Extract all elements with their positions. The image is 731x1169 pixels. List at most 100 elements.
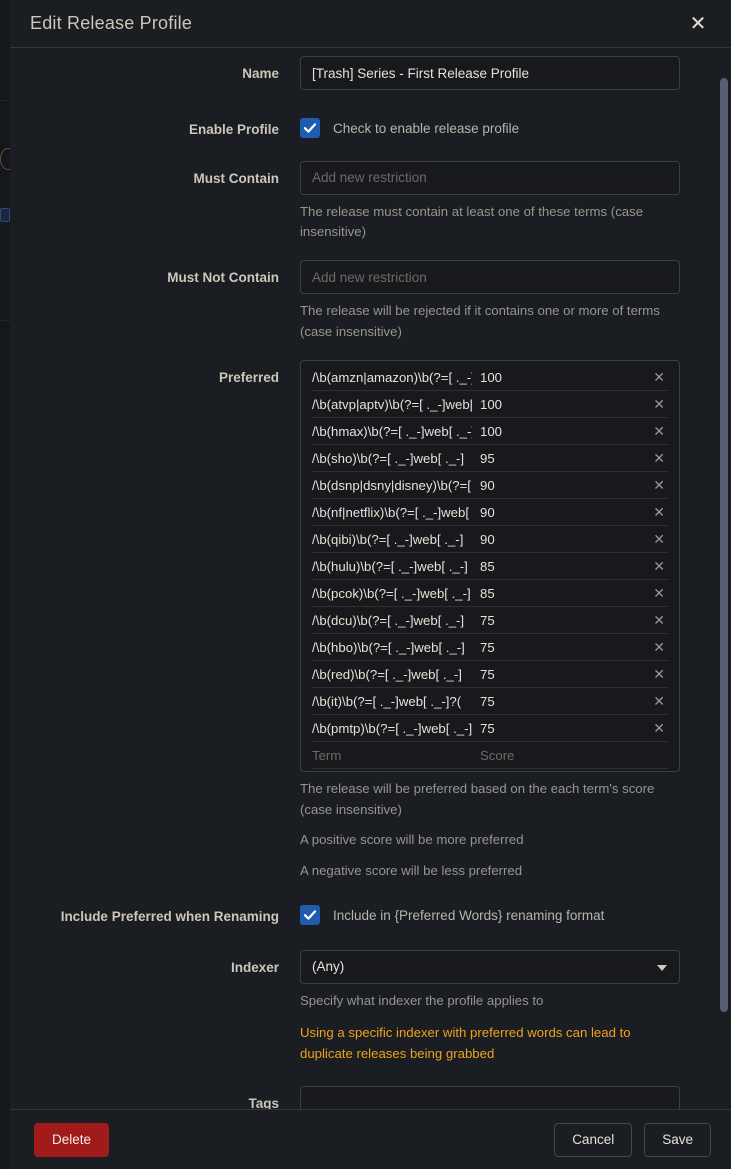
include-preferred-checkbox[interactable] xyxy=(300,905,320,926)
preferred-score-input[interactable]: 85 xyxy=(472,559,495,574)
enable-profile-label: Enable Profile xyxy=(188,122,279,137)
modal-scrollbar-thumb[interactable] xyxy=(720,78,728,1012)
name-input[interactable]: [Trash] Series - First Release Profile xyxy=(300,56,680,90)
chevron-down-icon xyxy=(657,964,667,971)
must-contain-label: Must Contain xyxy=(193,170,280,186)
indexer-label: Indexer xyxy=(230,959,279,975)
preferred-score-input[interactable]: 100 xyxy=(472,424,502,439)
preferred-score-input[interactable]: 90 xyxy=(472,505,495,520)
remove-preferred-term-icon[interactable]: ✕ xyxy=(650,639,668,656)
preferred-term-input[interactable]: /\b(hbo)\b(?=[ ._-]web[ ._-] xyxy=(312,640,472,655)
preferred-term-input[interactable]: /\b(hmax)\b(?=[ ._-]web[ ._-] xyxy=(312,424,472,439)
preferred-score-input[interactable]: 75 xyxy=(472,613,495,628)
indexer-select[interactable]: (Any) xyxy=(300,949,680,984)
preferred-help-2: A positive score will be more preferred xyxy=(300,832,524,848)
remove-preferred-term-icon[interactable]: ✕ xyxy=(650,693,668,710)
modal-body: Name [Trash] Series - First Release Prof… xyxy=(10,48,731,1109)
table-row: /\b(nf|netflix)\b(?=[ ._-]web[ ._-]90 ✕ xyxy=(312,499,668,527)
tags-input[interactable] xyxy=(300,1086,680,1109)
form-row-include-preferred: Include Preferred when Renaming Include … xyxy=(10,899,731,926)
table-row: /\b(hulu)\b(?=[ ._-]web[ ._-] 85 ✕ xyxy=(312,553,668,581)
preferred-score-input[interactable]: 85 xyxy=(472,586,495,601)
preferred-term-input[interactable]: /\b(it)\b(?=[ ._-]web[ ._-]?( xyxy=(312,694,472,709)
preferred-term-input[interactable]: /\b(red)\b(?=[ ._-]web[ ._-] xyxy=(312,667,472,682)
table-row: /\b(sho)\b(?=[ ._-]web[ ._-] 95 ✕ xyxy=(312,445,668,473)
preferred-term-input[interactable]: /\b(pmtp)\b(?=[ ._-]web[ ._-] xyxy=(312,721,472,736)
preferred-score-input[interactable]: 75 xyxy=(472,694,495,709)
must-contain-help: The release must contain at least one of… xyxy=(300,203,644,239)
form-row-preferred: Preferred /\b(amzn|amazon)\b(?=[ ._-]web… xyxy=(10,360,731,881)
delete-button[interactable]: Delete xyxy=(34,1122,110,1157)
include-preferred-checkbox-label: Include in {Preferred Words} renaming fo… xyxy=(333,907,605,923)
must-not-contain-label: Must Not Contain xyxy=(167,270,279,286)
preferred-help-3: A negative score will be less preferred xyxy=(300,862,523,878)
preferred-term-input[interactable]: /\b(dcu)\b(?=[ ._-]web[ ._-] xyxy=(312,613,472,628)
form-row-must-contain: Must Contain Add new restriction The rel… xyxy=(10,160,731,243)
preferred-score-input[interactable]: 75 xyxy=(472,640,495,655)
preferred-term-input[interactable]: /\b(pcok)\b(?=[ ._-]web[ ._-] xyxy=(312,586,472,601)
preferred-score-input[interactable]: 90 xyxy=(472,478,495,493)
preferred-term-input[interactable]: /\b(amzn|amazon)\b(?=[ ._-]web[ ._-] xyxy=(312,370,472,385)
remove-preferred-term-icon[interactable]: ✕ xyxy=(650,585,668,602)
backdrop-decor-badge xyxy=(0,208,10,222)
table-row: /\b(red)\b(?=[ ._-]web[ ._-] 75 ✕ xyxy=(312,661,668,689)
indexer-selected-value: (Any) xyxy=(312,959,345,975)
name-label: Name xyxy=(242,66,279,81)
preferred-term-input[interactable]: /\b(nf|netflix)\b(?=[ ._-]web[ ._-] xyxy=(312,505,472,520)
indexer-help: Specify what indexer the profile applies… xyxy=(300,992,544,1008)
modal-header: Edit Release Profile ✕ xyxy=(10,0,731,48)
preferred-score-input[interactable]: 75 xyxy=(472,721,495,736)
check-icon xyxy=(303,910,317,920)
preferred-new-term-input[interactable]: Term xyxy=(312,748,472,763)
preferred-score-input[interactable]: 95 xyxy=(472,451,495,466)
table-row: /\b(pmtp)\b(?=[ ._-]web[ ._-] 75 ✕ xyxy=(312,715,668,743)
preferred-term-input[interactable]: /\b(atvp|aptv)\b(?=[ ._-]web[ ._-] xyxy=(312,397,472,412)
must-contain-input[interactable]: Add new restriction xyxy=(300,160,680,195)
preferred-term-input[interactable]: /\b(dsnp|dsny|disney)\b(?=[ ._-] xyxy=(312,478,472,493)
preferred-term-input[interactable]: /\b(qibi)\b(?=[ ._-]web[ ._-] xyxy=(312,532,472,547)
indexer-warning: Using a specific indexer with preferred … xyxy=(300,1025,631,1061)
page-title: Edit Release Profile xyxy=(30,13,193,33)
table-row: /\b(dcu)\b(?=[ ._-]web[ ._-] 75 ✕ xyxy=(312,607,668,635)
remove-preferred-term-icon[interactable]: ✕ xyxy=(650,396,668,413)
preferred-new-score-input[interactable]: Score xyxy=(472,748,514,763)
preferred-help-1: The release will be preferred based on t… xyxy=(300,781,655,817)
enable-profile-checkbox-label: Check to enable release profile xyxy=(333,120,520,136)
table-row: /\b(qibi)\b(?=[ ._-]web[ ._-] 90 ✕ xyxy=(312,526,668,554)
table-row: /\b(it)\b(?=[ ._-]web[ ._-]?(75 ✕ xyxy=(312,688,668,716)
form-row-must-not-contain: Must Not Contain Add new restriction The… xyxy=(10,260,731,342)
preferred-score-input[interactable]: 100 xyxy=(472,370,502,385)
remove-preferred-term-icon[interactable]: ✕ xyxy=(650,720,668,737)
form-row-indexer: Indexer (Any) Specify what indexer the p… xyxy=(10,949,731,1064)
preferred-score-input[interactable]: 90 xyxy=(472,532,495,547)
remove-preferred-term-icon[interactable]: ✕ xyxy=(650,558,668,575)
table-row: /\b(hbo)\b(?=[ ._-]web[ ._-] 75 ✕ xyxy=(312,634,668,662)
preferred-score-input[interactable]: 100 xyxy=(472,397,502,412)
remove-preferred-term-icon[interactable]: ✕ xyxy=(650,450,668,467)
cancel-button[interactable]: Cancel xyxy=(554,1122,633,1157)
table-row: /\b(amzn|amazon)\b(?=[ ._-]web[ ._-]100 ✕ xyxy=(312,364,668,392)
remove-preferred-term-icon[interactable]: ✕ xyxy=(650,477,668,494)
must-not-contain-help: The release will be rejected if it conta… xyxy=(300,303,660,339)
form-row-enable-profile: Enable Profile Check to enable release p… xyxy=(10,112,731,139)
form-row-name: Name [Trash] Series - First Release Prof… xyxy=(10,56,731,90)
remove-preferred-term-icon[interactable]: ✕ xyxy=(650,423,668,440)
must-not-contain-input[interactable]: Add new restriction xyxy=(300,260,680,295)
preferred-term-input[interactable]: /\b(sho)\b(?=[ ._-]web[ ._-] xyxy=(312,451,472,466)
tags-label: Tags xyxy=(248,1096,279,1109)
remove-preferred-term-icon[interactable]: ✕ xyxy=(650,531,668,548)
include-preferred-label: Include Preferred when Renaming xyxy=(60,909,279,925)
modal-footer: Delete Cancel Save xyxy=(10,1109,731,1169)
remove-preferred-term-icon[interactable]: ✕ xyxy=(650,612,668,629)
remove-preferred-term-icon[interactable]: ✕ xyxy=(650,666,668,683)
close-icon[interactable]: ✕ xyxy=(685,11,711,37)
modal-scrollbar[interactable] xyxy=(718,48,728,1109)
save-button[interactable]: Save xyxy=(644,1122,711,1157)
table-row: /\b(atvp|aptv)\b(?=[ ._-]web[ ._-]100 ✕ xyxy=(312,391,668,419)
preferred-terms-table: /\b(amzn|amazon)\b(?=[ ._-]web[ ._-]100✕… xyxy=(300,360,680,773)
remove-preferred-term-icon[interactable]: ✕ xyxy=(650,504,668,521)
remove-preferred-term-icon[interactable]: ✕ xyxy=(650,369,668,386)
enable-profile-checkbox[interactable] xyxy=(300,118,320,138)
preferred-term-input[interactable]: /\b(hulu)\b(?=[ ._-]web[ ._-] xyxy=(312,559,472,574)
preferred-score-input[interactable]: 75 xyxy=(472,667,495,682)
